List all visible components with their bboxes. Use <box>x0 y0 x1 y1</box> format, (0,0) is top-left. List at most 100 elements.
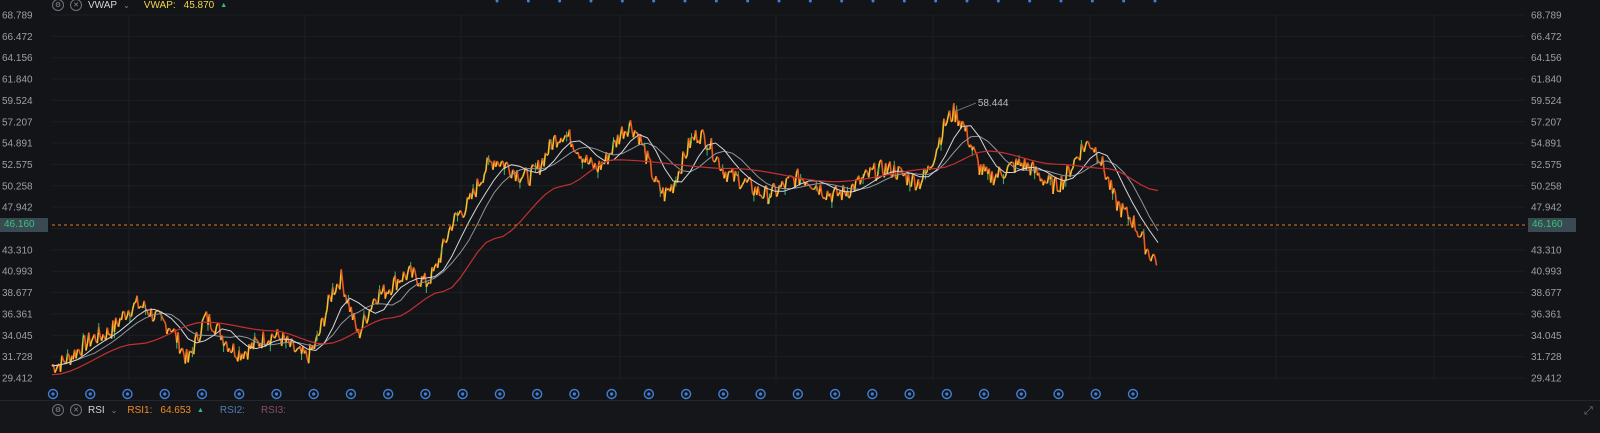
y-tick-left: 66.472 <box>2 32 33 43</box>
top-marker <box>1091 0 1094 3</box>
price-segment <box>314 340 315 349</box>
y-tick-right: 29.412 <box>1531 373 1562 384</box>
price-segment <box>703 130 704 135</box>
price-chart[interactable]: 68.78968.78966.47266.47264.15664.15661.8… <box>0 0 1600 410</box>
price-segment <box>887 166 888 173</box>
gear-icon[interactable]: ⚙ <box>52 0 64 11</box>
top-marker <box>903 0 906 3</box>
price-segment <box>133 303 134 309</box>
price-segment <box>1087 141 1088 142</box>
price-segment <box>211 328 212 331</box>
y-tick-right: 31.728 <box>1531 352 1562 363</box>
price-segment <box>1045 180 1046 183</box>
y-tick-left: 50.258 <box>2 181 33 192</box>
event-marker-dot <box>573 392 576 395</box>
price-segment <box>484 171 485 174</box>
price-segment <box>463 215 464 217</box>
price-segment <box>521 177 522 179</box>
price-segment <box>1117 201 1118 211</box>
rsi1-label: RSI1: <box>127 405 152 416</box>
price-segment <box>367 319 368 324</box>
price-segment <box>199 335 200 341</box>
price-segment <box>1151 256 1152 261</box>
price-segment <box>813 188 814 189</box>
sub-indicator-name[interactable]: RSI <box>88 405 105 416</box>
price-segment <box>869 167 870 177</box>
chevron-down-icon[interactable]: ⌄ <box>123 1 130 10</box>
price-segment <box>673 183 674 193</box>
top-marker <box>590 0 593 3</box>
y-tick-left: 57.207 <box>2 117 33 128</box>
price-segment <box>860 178 861 185</box>
event-marker-dot <box>610 392 613 395</box>
price-segment <box>648 151 649 158</box>
top-marker <box>872 0 875 3</box>
price-segment <box>625 131 626 132</box>
vwap-label: VWAP: <box>144 0 176 11</box>
price-segment <box>921 179 922 183</box>
price-segment <box>421 276 422 287</box>
price-segment <box>911 174 912 187</box>
close-icon[interactable]: ✕ <box>70 404 82 416</box>
price-segment <box>1039 173 1040 181</box>
price-segment <box>320 319 321 332</box>
price-segment <box>119 318 120 327</box>
price-segment <box>154 312 155 320</box>
current-price-tag-left: 46.160 <box>0 218 48 232</box>
top-marker <box>621 0 624 3</box>
price-segment <box>974 146 975 150</box>
y-tick-left: 59.524 <box>2 96 33 107</box>
price-segment <box>717 157 718 159</box>
price-segment <box>433 266 434 271</box>
y-tick-right: 59.524 <box>1531 96 1562 107</box>
price-segment <box>1030 163 1031 175</box>
y-tick-left: 52.575 <box>2 160 33 171</box>
price-segment <box>533 164 534 166</box>
close-icon[interactable]: ✕ <box>70 0 82 11</box>
price-segment <box>1140 236 1141 237</box>
price-segment <box>360 332 361 338</box>
price-segment <box>937 148 938 150</box>
price-segment <box>453 213 454 223</box>
event-marker-dot <box>908 392 911 395</box>
top-marker <box>1154 0 1157 3</box>
price-segment <box>479 185 480 186</box>
chevron-down-icon[interactable]: ⌄ <box>111 406 118 415</box>
price-segment <box>188 351 189 363</box>
price-segment <box>967 126 968 144</box>
price-segment <box>92 338 93 341</box>
price-segment <box>1114 188 1115 193</box>
price-segment <box>553 137 554 150</box>
price-segment <box>707 149 708 150</box>
price-segment <box>751 180 752 194</box>
event-marker-dot <box>498 392 501 395</box>
price-segment <box>1074 158 1075 159</box>
price-segment <box>782 181 783 185</box>
gear-icon[interactable]: ⚙ <box>52 404 64 416</box>
price-segment <box>431 267 432 284</box>
indicator-name[interactable]: VWAP <box>88 0 117 11</box>
price-segment <box>899 166 900 167</box>
price-segment <box>947 117 948 124</box>
price-segment <box>174 329 175 331</box>
top-marker <box>1060 0 1063 3</box>
price-segment <box>762 198 763 199</box>
price-segment <box>935 149 936 157</box>
price-segment <box>874 163 875 181</box>
price-segment <box>194 338 195 355</box>
price-segment <box>741 184 742 187</box>
top-marker <box>778 0 781 3</box>
price-segment <box>649 158 650 159</box>
price-segment <box>243 351 244 359</box>
price-segment <box>170 329 171 332</box>
event-marker-dot <box>89 392 92 395</box>
price-segment <box>56 366 57 370</box>
price-segment <box>677 171 678 183</box>
event-marker-dot <box>200 392 203 395</box>
y-tick-right: 36.361 <box>1531 309 1562 320</box>
price-segment <box>513 170 514 172</box>
price-segment <box>156 311 157 312</box>
expand-icon[interactable]: ⤢ <box>1584 405 1593 418</box>
event-marker-dot <box>275 392 278 395</box>
price-segment <box>1073 159 1074 168</box>
